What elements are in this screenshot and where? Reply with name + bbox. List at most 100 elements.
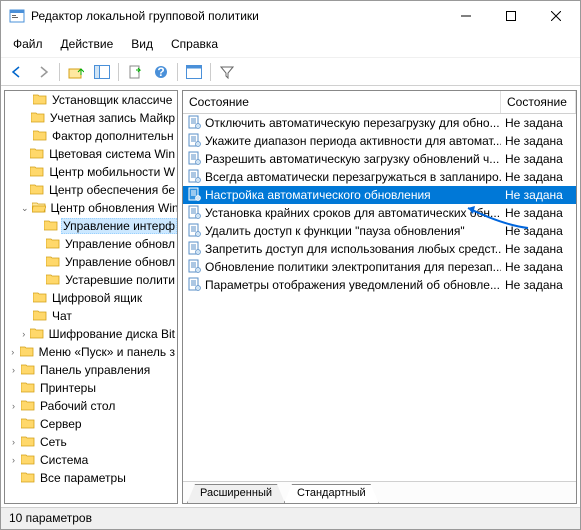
policy-icon [187,241,201,258]
row-name: Установка крайних сроков для автоматичес… [205,206,500,220]
menu-action[interactable]: Действие [53,33,122,55]
list-body[interactable]: Отключить автоматическую перезагрузку дл… [183,114,576,481]
row-name: Укажите диапазон периода активности для … [205,134,501,148]
policy-icon [187,187,201,204]
tree-item[interactable]: ›Рабочий стол [5,397,177,415]
tree-item[interactable]: Все параметры [5,469,177,487]
tab-standard[interactable]: Стандартный [284,484,379,503]
tree-item[interactable]: Принтеры [5,379,177,397]
tree-item[interactable]: Управление обновл [5,253,177,271]
close-button[interactable] [533,1,578,31]
row-name: Параметры отображения уведомлений об обн… [205,278,500,292]
expand-icon[interactable]: › [9,401,18,411]
row-state: Не задана [501,206,576,220]
tree-item[interactable]: Фактор дополнительн [5,127,177,145]
tree-item[interactable]: Цифровой ящик [5,289,177,307]
expand-icon[interactable]: ⌄ [21,203,29,214]
expand-icon[interactable]: › [9,437,18,447]
tree-item[interactable]: ›Сеть [5,433,177,451]
tree-item[interactable]: Центр обеспечения бе [5,181,177,199]
folder-icon [21,417,35,432]
expand-icon[interactable]: › [21,329,27,339]
tree-item-label: Центр обеспечения бе [47,183,177,197]
list-row[interactable]: Разрешить автоматическую загрузку обновл… [183,150,576,168]
folder-icon [21,453,35,468]
list-row[interactable]: Всегда автоматически перезагружаться в з… [183,168,576,186]
list-row[interactable]: Удалить доступ к функции "пауза обновлен… [183,222,576,240]
toolbar-separator [210,63,211,81]
tree-item-label: Принтеры [38,381,98,395]
back-button[interactable] [5,61,29,83]
app-icon [9,8,25,24]
menu-view[interactable]: Вид [123,33,161,55]
tree-item[interactable]: ›Меню «Пуск» и панель з [5,343,177,361]
tree-item-label: Сервер [38,417,84,431]
folder-icon [46,255,60,270]
tree-item-label: Центр мобильности W [47,165,177,179]
tree-item[interactable]: Центр мобильности W [5,163,177,181]
tree-item[interactable]: ›Панель управления [5,361,177,379]
svg-text:?: ? [157,65,164,79]
tree-item-label: Учетная запись Майкр [48,111,177,125]
policy-icon [187,259,201,276]
tree-item[interactable]: ⌄ Центр обновления Win [5,199,177,217]
export-button[interactable] [123,61,147,83]
tree-item[interactable]: Устаревшие полити [5,271,177,289]
row-state: Не задана [501,224,576,238]
column-state[interactable]: Состояние [501,91,576,113]
list-row[interactable]: Отключить автоматическую перезагрузку дл… [183,114,576,132]
show-hide-tree-button[interactable] [90,61,114,83]
tree-item[interactable]: Установщик классиче [5,91,177,109]
list-row[interactable]: Укажите диапазон периода активности для … [183,132,576,150]
folder-icon [21,363,35,378]
folder-icon [20,345,34,360]
folder-icon [33,129,47,144]
tree-item[interactable]: Управление интерф [5,217,177,235]
expand-icon[interactable]: › [9,347,17,357]
tree-item[interactable]: ›Система [5,451,177,469]
row-state: Не задана [501,152,576,166]
forward-button[interactable] [31,61,55,83]
tree-item-label: Центр обновления Win [49,201,177,215]
list-row[interactable]: Настройка автоматического обновленияНе з… [183,186,576,204]
tree-item-label: Шифрование диска Bit [47,327,177,341]
properties-button[interactable] [182,61,206,83]
menu-help[interactable]: Справка [163,33,226,55]
folder-icon [21,381,35,396]
list-row[interactable]: Запретить доступ для использования любых… [183,240,576,258]
list-row[interactable]: Обновление политики электропитания для п… [183,258,576,276]
expand-icon[interactable]: › [9,365,18,375]
tree-item[interactable]: Цветовая система Win [5,145,177,163]
folder-icon [33,309,47,324]
filter-button[interactable] [215,61,239,83]
tree-scroll[interactable]: Установщик классиче Учетная запись Майкр Ф… [5,91,177,503]
folder-icon [30,327,44,342]
row-name: Настройка автоматического обновления [205,188,431,202]
tree-item[interactable]: Управление обновл [5,235,177,253]
status-text: 10 параметров [9,511,92,525]
maximize-button[interactable] [488,1,533,31]
row-name: Удалить доступ к функции "пауза обновлен… [205,224,465,238]
row-state: Не задана [501,278,576,292]
tabs: Расширенный Стандартный [183,481,576,503]
list-row[interactable]: Установка крайних сроков для автоматичес… [183,204,576,222]
minimize-button[interactable] [443,1,488,31]
toolbar: ? [1,58,580,86]
expand-icon[interactable]: › [9,455,18,465]
tree-item[interactable]: Чат [5,307,177,325]
tree-item-label: Установщик классиче [50,93,174,107]
tree-item[interactable]: Учетная запись Майкр [5,109,177,127]
folder-icon [44,219,58,234]
tree-item[interactable]: Сервер [5,415,177,433]
up-button[interactable] [64,61,88,83]
menu-file[interactable]: Файл [5,33,51,55]
help-button[interactable]: ? [149,61,173,83]
tab-extended[interactable]: Расширенный [187,484,285,503]
row-name: Разрешить автоматическую загрузку обновл… [205,152,499,166]
row-state: Не задана [501,134,576,148]
row-name: Обновление политики электропитания для п… [205,260,501,274]
tree-item[interactable]: › Шифрование диска Bit [5,325,177,343]
column-name[interactable]: Состояние [183,91,501,113]
tree-item-label: Фактор дополнительн [50,129,176,143]
list-row[interactable]: Параметры отображения уведомлений об обн… [183,276,576,294]
